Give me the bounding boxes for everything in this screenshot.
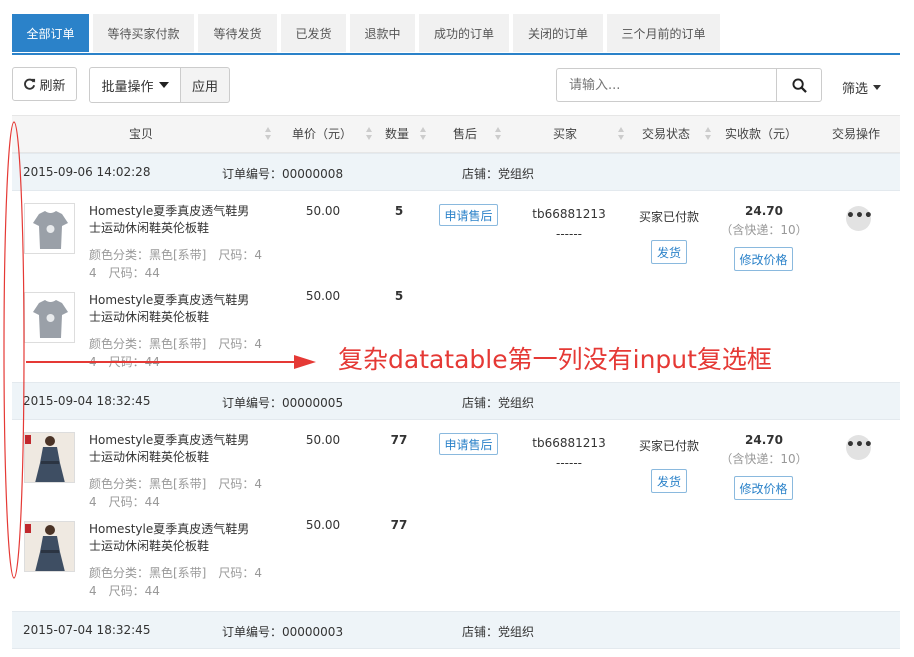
annotation-ellipse — [3, 121, 25, 579]
annotation-overlay — [3, 121, 316, 579]
annotation-text: 复杂datatable第一列没有input复选框 — [338, 345, 772, 374]
arrow-head-icon — [294, 355, 316, 369]
